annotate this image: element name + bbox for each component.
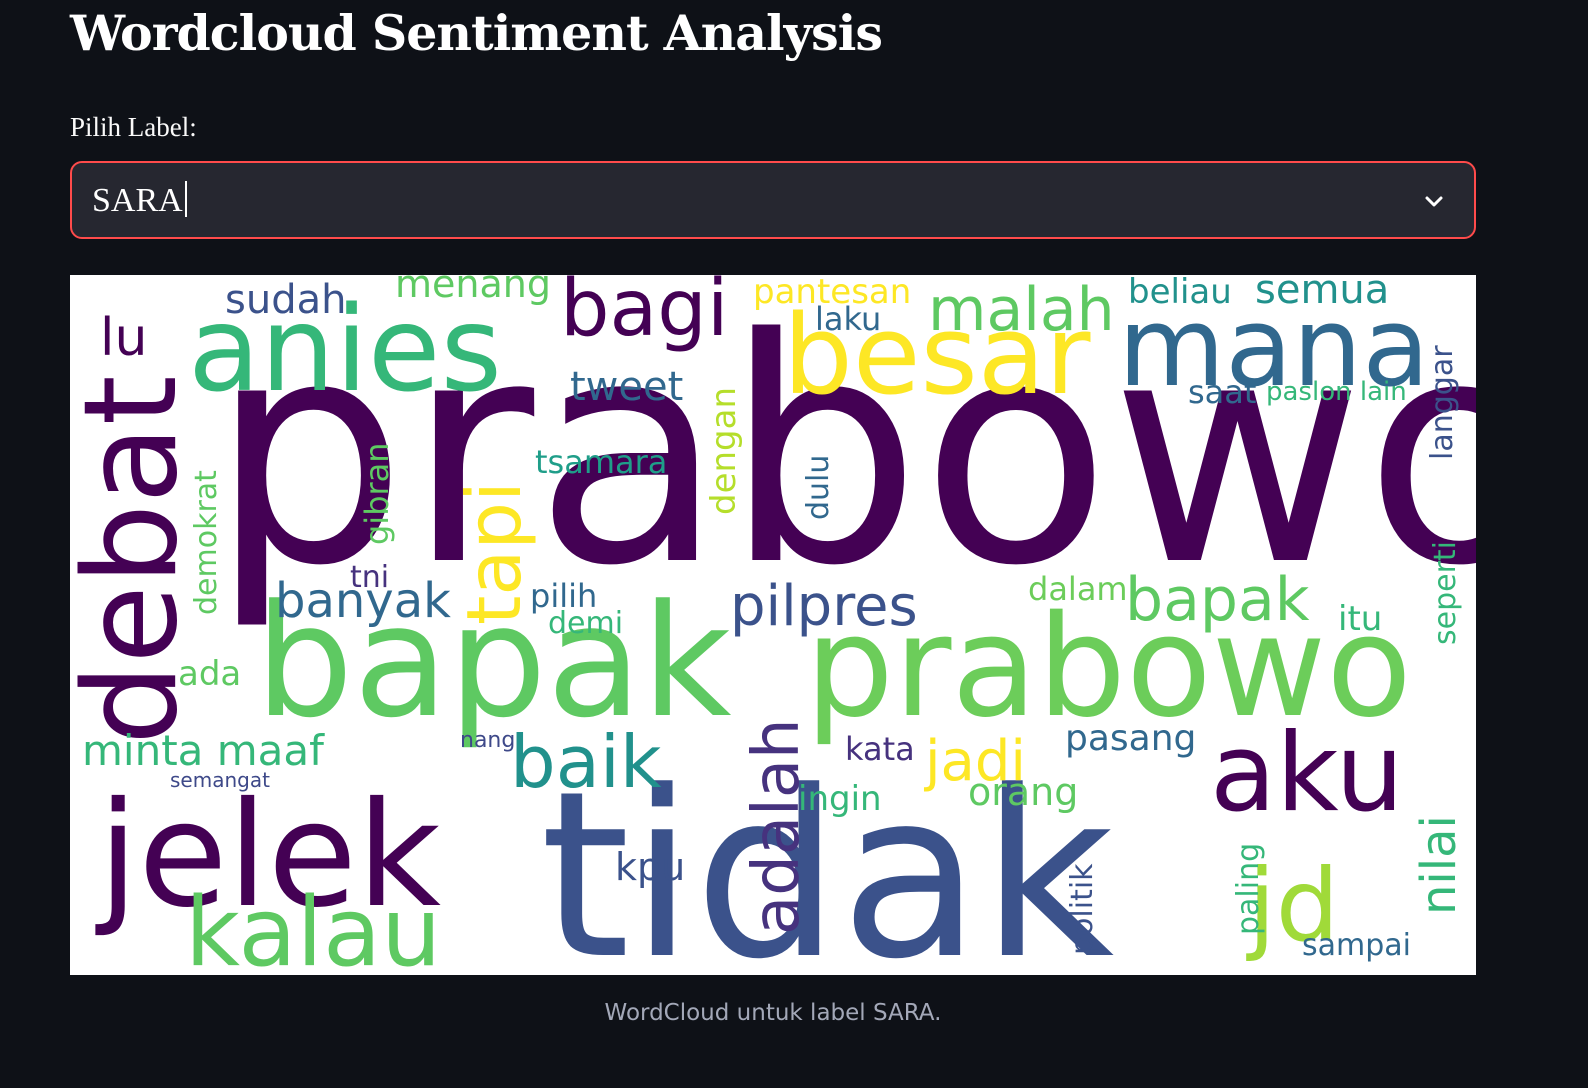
wordcloud-word: pilpres	[730, 574, 918, 639]
wordcloud-word: menang	[395, 275, 551, 306]
wordcloud-word: tapi	[450, 481, 538, 625]
wordcloud-word: demokrat	[189, 470, 224, 615]
wordcloud-word: tni	[350, 560, 389, 595]
wordcloud-word: kalau	[185, 878, 441, 975]
wordcloud-word: dulu	[801, 455, 836, 520]
wordcloud-word: pilih	[530, 577, 597, 615]
wordcloud-word: malah	[928, 275, 1115, 345]
wordcloud-word: gibran	[358, 442, 396, 545]
page-title: Wordcloud Sentiment Analysis	[70, 4, 883, 62]
wordcloud-word: nilai	[1411, 815, 1467, 915]
wordcloud-word: dengan	[704, 387, 744, 515]
wordcloud-word: langgar	[1425, 345, 1460, 460]
wordcloud-word: pasang	[1065, 718, 1196, 759]
label-select[interactable]: SARA	[70, 161, 1476, 239]
wordcloud-canvas: prabowotidakbapak prabowoanies besar manaje…	[70, 275, 1476, 975]
wordcloud-image: prabowo tidak bapak prabowo anies besar mana je…	[70, 275, 1476, 975]
wordcloud-word: semangat	[170, 768, 270, 792]
text-cursor	[184, 181, 187, 217]
wordcloud-word: paslon lain	[1266, 377, 1407, 407]
wordcloud-word: seperti	[1428, 541, 1463, 645]
wordcloud-word: beliau	[1128, 275, 1232, 312]
wordcloud-word: bapak	[1125, 565, 1310, 635]
chevron-down-icon[interactable]	[1422, 189, 1446, 213]
wordcloud-word: lu	[100, 308, 147, 368]
wordcloud-word: saat	[1188, 373, 1256, 411]
wordcloud-caption: WordCloud untuk label SARA.	[604, 1000, 942, 1026]
wordcloud-word: orang	[968, 770, 1078, 814]
select-label: Pilih Label:	[70, 112, 197, 142]
wordcloud-word: adalah	[740, 718, 814, 935]
wordcloud-word: kata	[845, 730, 915, 768]
wordcloud-word: politik	[1065, 863, 1100, 955]
wordcloud-word: bagi	[560, 275, 729, 354]
wordcloud-word: semua	[1255, 275, 1389, 313]
wordcloud-word: baik	[510, 720, 662, 804]
wordcloud-word: nang	[460, 728, 515, 753]
wordcloud-word: tsamara	[535, 443, 667, 481]
wordcloud-word: dalam	[1028, 570, 1128, 608]
wordcloud-word: tweet	[570, 364, 683, 410]
wordcloud-word: ingin	[798, 779, 882, 819]
wordcloud-word: laku	[815, 300, 881, 338]
wordcloud-word: paling	[1231, 843, 1266, 935]
wordcloud-word: itu	[1338, 599, 1382, 639]
wordcloud-word: sudah	[225, 277, 346, 323]
wordcloud-word: kpu	[615, 845, 685, 889]
wordcloud-word: aku	[1210, 711, 1404, 836]
select-value[interactable]: SARA	[92, 181, 187, 220]
wordcloud-word: sampai	[1302, 928, 1411, 963]
wordcloud-word: ada	[178, 654, 241, 694]
